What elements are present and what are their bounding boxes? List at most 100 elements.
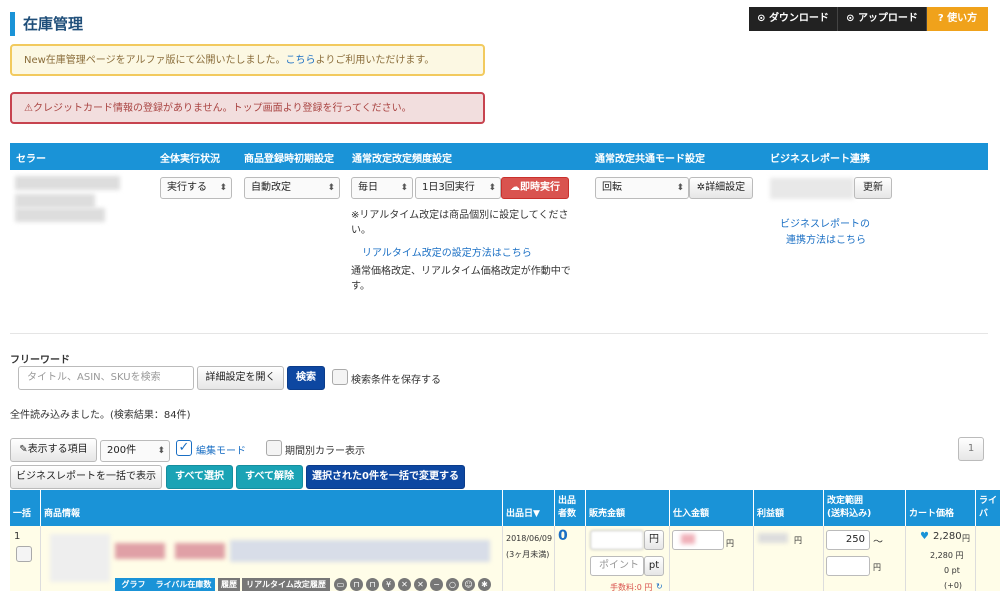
error-text: クレジットカード情報の登録がありません。トップ画面より登録を行ってください。 xyxy=(32,103,412,114)
biz-report-link-1[interactable]: ビジネスレポートの xyxy=(780,215,870,230)
dash-icon[interactable]: − xyxy=(430,578,443,591)
page-title: 在庫管理 xyxy=(10,12,83,36)
period-color-label: 期間別カラー表示 xyxy=(285,446,365,457)
pencil-icon: ✎ xyxy=(19,444,28,455)
deselect-all-button[interactable]: すべて解除 xyxy=(236,465,303,489)
close2-icon[interactable]: ✕ xyxy=(414,578,427,591)
header-frequency: 通常改定改定頻度設定 xyxy=(352,154,452,165)
initial-setting-select[interactable]: 自動改定 xyxy=(244,177,340,199)
bulk-change-button[interactable]: 選択された0件を一括で変更する xyxy=(306,465,465,489)
circle-icon[interactable]: ○ xyxy=(446,578,459,591)
pagination-page[interactable]: 1 xyxy=(958,437,984,461)
rt-history-tag[interactable]: リアルタイム改定履歴 xyxy=(242,578,330,591)
header-initial: 商品登録時初期設定 xyxy=(244,154,334,165)
advanced-search-button[interactable]: 詳細設定を開く xyxy=(197,366,284,390)
star-icon[interactable]: ✱ xyxy=(478,578,491,591)
biz-report-input[interactable] xyxy=(770,178,854,199)
search-result-text: 全件読み込みました。(検索結果：84件) xyxy=(10,410,191,421)
search-input[interactable]: タイトル、ASIN、SKUを検索 xyxy=(18,366,194,390)
range-max-input[interactable] xyxy=(826,556,870,576)
search-button[interactable]: 検索 xyxy=(287,366,325,390)
display-items-label: 表示する項目 xyxy=(27,444,88,455)
user-icon[interactable]: ☺ xyxy=(462,578,475,591)
th-profit[interactable]: 利益額 xyxy=(753,490,823,526)
sale-price-input[interactable] xyxy=(590,530,644,550)
cart-points: 0 pt xyxy=(944,566,960,575)
save-conditions-label: 検索条件を保存する xyxy=(351,375,441,386)
range-max-yen: 円 xyxy=(873,563,881,572)
row-sellers[interactable]: 0 xyxy=(558,528,568,544)
th-range[interactable]: 改定範囲 (送料込み) xyxy=(823,490,905,526)
product-image xyxy=(50,534,110,582)
detail-settings-button[interactable]: ✲詳細設定 xyxy=(689,177,753,199)
range-tilde: 〜 xyxy=(873,537,883,548)
error-alert: ⚠クレジットカード情報の登録がありません。トップ画面より登録を行ってください。 xyxy=(10,92,485,124)
th-product[interactable]: 商品情報 xyxy=(40,490,502,526)
realtime-link[interactable]: リアルタイム改定の設定方法はこちら xyxy=(362,244,532,259)
history-tag[interactable]: 履歴 xyxy=(218,578,240,591)
run-now-label: 即時実行 xyxy=(520,182,560,193)
help-button[interactable]: ? 使い方 xyxy=(927,7,988,31)
point-input[interactable]: ポイント xyxy=(590,556,644,576)
header-common-mode: 通常改定共通モード設定 xyxy=(595,154,705,165)
save-conditions-checkbox[interactable] xyxy=(332,369,348,385)
run-now-button[interactable]: ☁即時実行 xyxy=(501,177,569,199)
realtime-note: ※リアルタイム改定は商品個別に設定してください。 xyxy=(351,210,569,236)
cart-icon[interactable]: ⊓ xyxy=(350,578,363,591)
check-icon: ✓ xyxy=(178,440,190,455)
range-min-input[interactable]: 250 xyxy=(826,530,870,550)
purchase-input[interactable] xyxy=(672,530,724,550)
graph-tag[interactable]: グラフ xyxy=(115,578,152,591)
th-sellers[interactable]: 出品 者数 xyxy=(554,490,585,526)
th-date[interactable]: 出品日▼ xyxy=(502,490,554,526)
product-title-blur xyxy=(115,543,165,559)
row-date: 2018/06/09 xyxy=(506,534,553,543)
gear-icon: ✲ xyxy=(696,182,706,193)
times-select[interactable]: 1日3回実行 xyxy=(415,177,501,199)
th-sale-price[interactable]: 販売金額 xyxy=(585,490,669,526)
header-biz-report: ビジネスレポート連携 xyxy=(770,154,870,165)
select-all-button[interactable]: すべて選択 xyxy=(166,465,233,489)
edit-mode-checkbox[interactable]: ✓ xyxy=(176,440,192,456)
biz-report-link-2[interactable]: 連携方法はこちら xyxy=(786,231,866,246)
yen-icon[interactable]: ¥ xyxy=(382,578,395,591)
sale-price-yen: 円 xyxy=(644,530,664,550)
notice-text-after: よりご利用いただけます。 xyxy=(315,55,435,66)
product-title-blur-2 xyxy=(175,543,225,559)
th-cart[interactable]: カート価格 xyxy=(905,490,975,526)
notice-text: New在庫管理ページをアルファ版にて公開いたしました。 xyxy=(24,55,286,66)
download-button[interactable]: ⊙ ダウンロード xyxy=(749,7,838,31)
display-items-button[interactable]: ✎表示する項目 xyxy=(10,438,97,462)
warning-icon: ⚠ xyxy=(24,103,33,114)
update-button[interactable]: 更新 xyxy=(854,177,892,199)
mode-select[interactable]: 回転 xyxy=(595,177,689,199)
help-label: 使い方 xyxy=(947,13,978,24)
cart-sub-price: 2,280 円 xyxy=(930,551,964,560)
notice-link[interactable]: こちら xyxy=(286,55,316,66)
cart2-icon[interactable]: ⊓ xyxy=(366,578,379,591)
product-info-blur xyxy=(230,540,490,562)
folder-icon[interactable]: ▭ xyxy=(334,578,347,591)
upload-button[interactable]: ⊙ アップロード xyxy=(838,7,927,31)
profit-yen: 円 xyxy=(794,536,802,545)
settings-header: セラー 全体実行状況 商品登録時初期設定 通常改定改定頻度設定 通常改定共通モー… xyxy=(10,143,988,170)
period-color-checkbox[interactable] xyxy=(266,440,282,456)
per-page-select[interactable]: 200件 xyxy=(100,440,170,462)
biz-report-bulk-button[interactable]: ビジネスレポートを一括で表示 xyxy=(10,465,162,489)
refresh-icon[interactable]: ↻ xyxy=(656,582,663,591)
point-unit: pt xyxy=(644,556,664,576)
frequency-select[interactable]: 毎日 xyxy=(351,177,413,199)
close-icon[interactable]: ✕ xyxy=(398,578,411,591)
all-exec-select[interactable]: 実行する xyxy=(160,177,232,199)
rival-stock-tag[interactable]: ライバル在庫数 xyxy=(152,578,215,591)
row-index: 1 xyxy=(14,531,21,542)
products-table-header: 一括 商品情報 出品日▼ 出品 者数 販売金額 仕入金額 利益額 改定範囲 (送… xyxy=(10,490,1000,526)
seller-name xyxy=(15,176,120,190)
search-label: フリーワード xyxy=(10,355,70,366)
seller-id xyxy=(15,194,95,208)
seller-extra xyxy=(15,208,105,222)
th-rival[interactable]: ライバ xyxy=(975,490,1000,526)
row-checkbox[interactable] xyxy=(16,546,32,562)
th-purchase[interactable]: 仕入金額 xyxy=(669,490,753,526)
upload-icon: ⊙ xyxy=(846,13,855,24)
